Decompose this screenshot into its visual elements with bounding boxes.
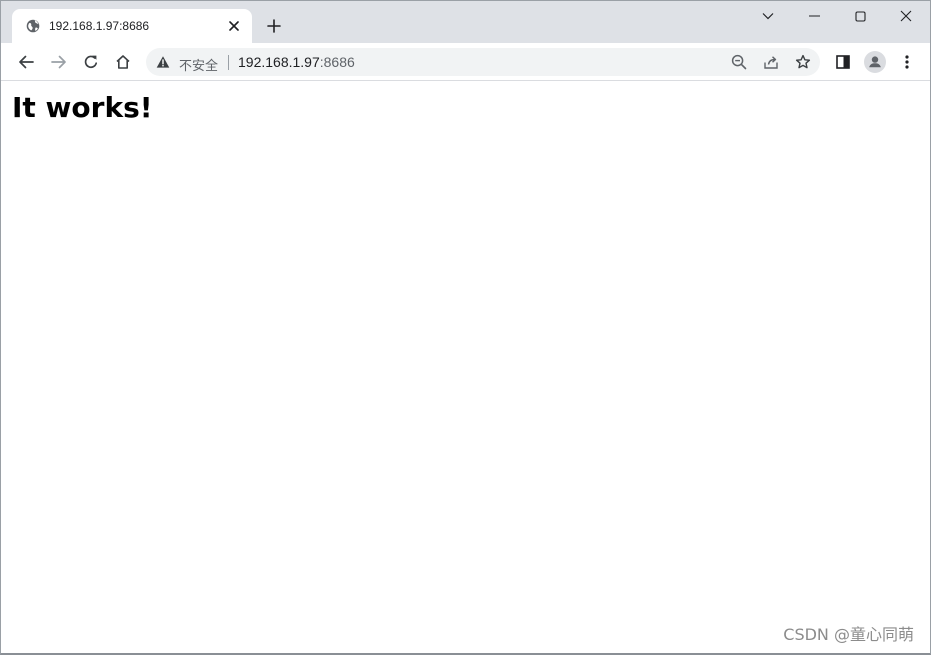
- forward-button[interactable]: [46, 49, 72, 75]
- reload-icon: [84, 55, 98, 69]
- page-content: It works! CSDN @童心同萌: [1, 81, 930, 653]
- zoom-out-icon: [731, 54, 747, 70]
- active-tab[interactable]: 192.168.1.97:8686: [12, 9, 252, 43]
- close-tab-icon[interactable]: [226, 18, 242, 34]
- back-button[interactable]: [13, 49, 39, 75]
- globe-icon: [26, 19, 40, 33]
- share-icon: [764, 56, 778, 69]
- tab-title: 192.168.1.97:8686: [49, 19, 150, 33]
- maximize-icon: [854, 10, 866, 22]
- new-tab-button[interactable]: [264, 16, 284, 36]
- close-window-button[interactable]: [883, 1, 929, 31]
- reload-button[interactable]: [78, 49, 104, 75]
- page-heading: It works!: [12, 91, 153, 124]
- profile-button[interactable]: [862, 49, 888, 75]
- watermark: CSDN @童心同萌: [783, 625, 914, 644]
- home-icon: [116, 55, 130, 69]
- arrow-left-icon: [19, 55, 34, 69]
- omnibox-separator: [228, 55, 229, 70]
- security-label[interactable]: 不安全: [179, 55, 218, 74]
- menu-button[interactable]: [894, 49, 920, 75]
- url-text[interactable]: 192.168.1.97:8686: [238, 54, 355, 70]
- share-button[interactable]: [760, 51, 782, 73]
- close-icon: [900, 10, 912, 22]
- maximize-button[interactable]: [837, 1, 883, 31]
- avatar-icon: [864, 51, 886, 73]
- kebab-menu-icon: [905, 55, 909, 69]
- zoom-button[interactable]: [728, 51, 750, 73]
- home-button[interactable]: [110, 49, 136, 75]
- side-panel-icon: [836, 55, 850, 69]
- minimize-icon: [808, 15, 820, 17]
- star-icon: [795, 54, 811, 69]
- bookmark-button[interactable]: [792, 51, 814, 73]
- url-host: 192.168.1.97: [238, 54, 320, 70]
- browser-window: 192.168.1.97:8686 不安全 192.168.1.97:8686 …: [0, 0, 931, 655]
- arrow-right-icon: [51, 55, 66, 69]
- warning-icon[interactable]: [156, 55, 170, 69]
- url-port: :8686: [319, 54, 355, 70]
- minimize-button[interactable]: [791, 1, 837, 31]
- chevron-down-icon: [762, 13, 774, 20]
- tab-search-button[interactable]: [745, 1, 791, 31]
- address-bar[interactable]: 不安全 192.168.1.97:8686: [146, 48, 820, 76]
- side-panel-button[interactable]: [830, 49, 856, 75]
- plus-icon: [267, 19, 281, 33]
- toolbar: 不安全 192.168.1.97:8686: [1, 43, 930, 81]
- tab-strip: 192.168.1.97:8686: [1, 1, 930, 43]
